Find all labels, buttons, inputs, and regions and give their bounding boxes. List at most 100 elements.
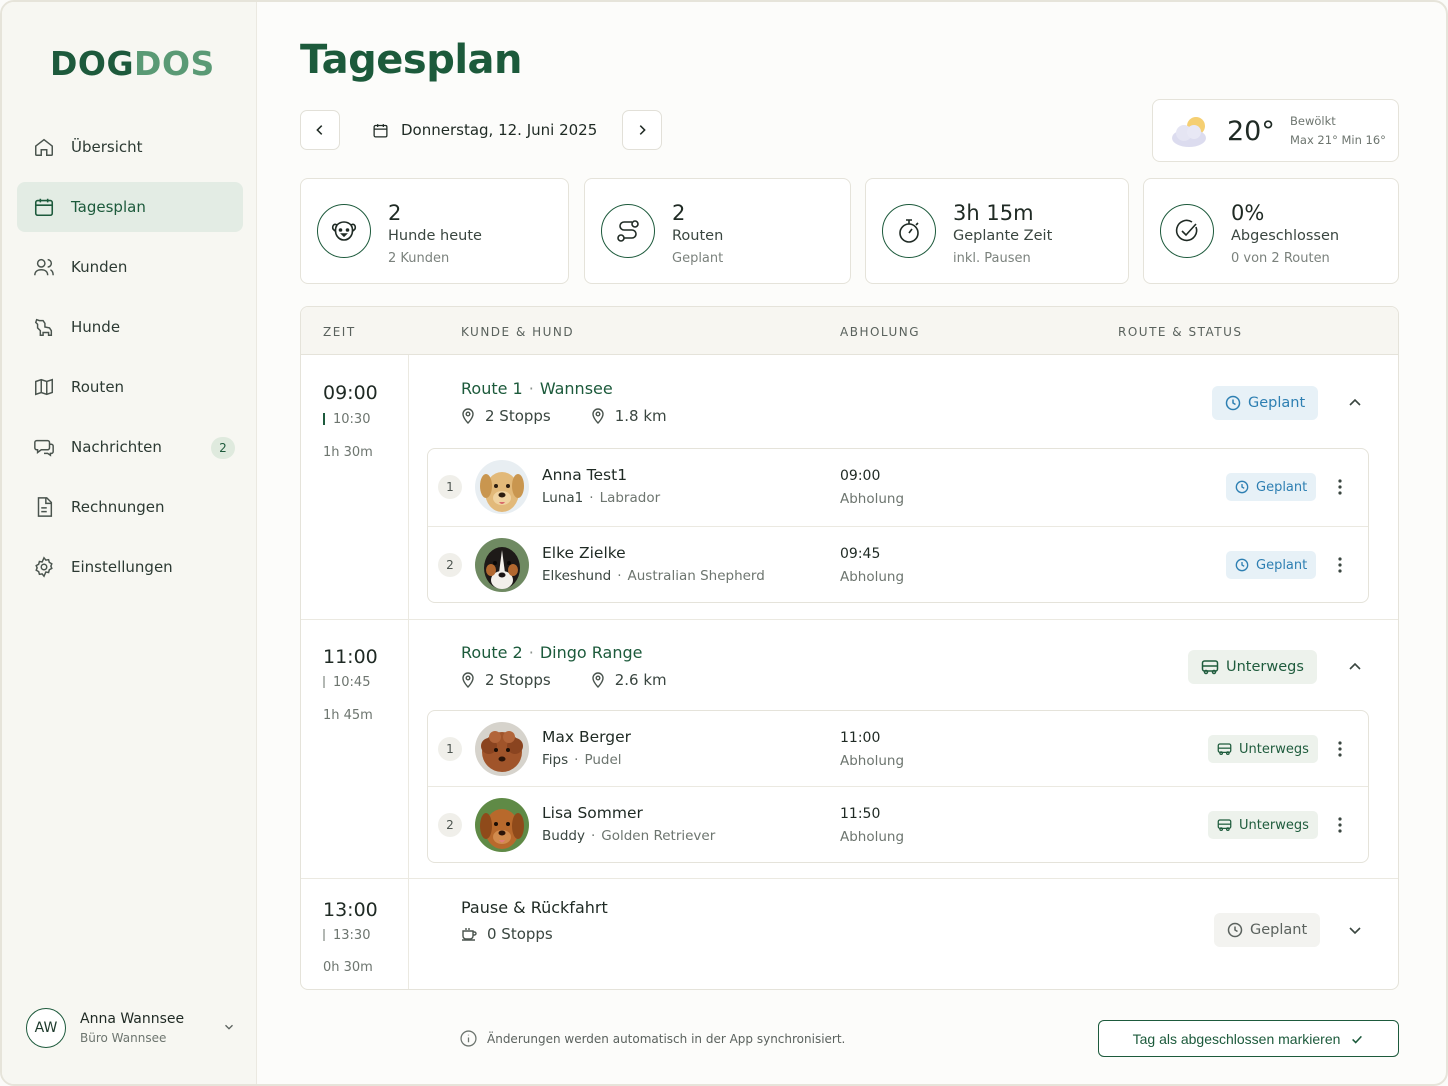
dog-icon <box>33 316 55 338</box>
route-meta: 2 Stopps 2.6 km <box>461 671 707 689</box>
sidebar-nav: Übersicht Tagesplan Kunden Hunde Routen … <box>17 122 243 602</box>
more-options-icon[interactable] <box>1330 815 1350 835</box>
pickup-type: Abholung <box>840 753 905 769</box>
sidebar-item-uebersicht[interactable]: Übersicht <box>17 122 243 172</box>
more-options-icon[interactable] <box>1330 555 1350 575</box>
calendar-icon <box>373 123 388 138</box>
column-header-pickup: ABHOLUNG <box>840 325 921 339</box>
gear-icon <box>33 556 55 578</box>
dog-name: Elkeshund <box>542 568 612 584</box>
weather-min-max: Max 21° Min 16° <box>1290 133 1386 147</box>
next-day-button[interactable] <box>622 110 662 150</box>
route-status-badge[interactable]: Geplant <box>1212 386 1319 420</box>
van-icon <box>1217 819 1232 832</box>
dog-info: Elkeshund · Australian Shepherd <box>542 568 765 584</box>
stop-status-badge[interactable]: Geplant <box>1226 473 1317 501</box>
stop-number: 1 <box>438 475 462 499</box>
sidebar-item-label: Einstellungen <box>71 558 173 576</box>
route-title[interactable]: Pause & Rückfahrt <box>461 898 608 917</box>
route-end-time: 10:45 <box>323 675 370 690</box>
clock-icon <box>1235 480 1249 494</box>
route-start-time: 13:00 <box>323 899 378 921</box>
table-row[interactable]: 1 Max Berger Fips · Pudel 11:00 Abholung U… <box>428 711 1368 787</box>
chevron-up-icon[interactable] <box>1347 659 1363 675</box>
stat-label: Abgeschlossen <box>1231 228 1340 244</box>
stat-label: Routen <box>672 228 724 244</box>
route-distance: 2.6 km <box>591 671 667 689</box>
sidebar-item-nachrichten[interactable]: Nachrichten 2 <box>17 422 243 472</box>
table-row[interactable]: 2 Lisa Sommer Buddy · Golden Retriever 11:… <box>428 787 1368 863</box>
table-row[interactable]: 2 Elke Zielke Elkeshund · Australian Sheph… <box>428 527 1368 603</box>
more-options-icon[interactable] <box>1330 477 1350 497</box>
stop-status-badge[interactable]: Geplant <box>1226 551 1317 579</box>
route-stops: 2 Stopps <box>461 407 551 425</box>
table-row[interactable]: 1 Anna Test1 Luna1 · Labrador 09:00 Abholu… <box>428 449 1368 525</box>
separator-dot: · <box>528 379 534 398</box>
previous-day-button[interactable] <box>300 110 340 150</box>
dog-avatar <box>475 460 529 514</box>
info-icon <box>460 1030 477 1047</box>
customer-name: Anna Test1 <box>542 466 628 484</box>
mark-day-complete-button[interactable]: Tag als abgeschlossen markieren <box>1098 1020 1399 1057</box>
clock-icon <box>1227 922 1243 938</box>
route-status-badge[interactable]: Geplant <box>1214 913 1321 947</box>
route-status-badge[interactable]: Unterwegs <box>1188 650 1317 684</box>
dog-breed: Australian Shepherd <box>627 568 765 584</box>
stat-sub: 2 Kunden <box>388 251 450 266</box>
van-icon <box>1201 660 1219 675</box>
home-icon <box>33 136 55 158</box>
stop-status-badge[interactable]: Unterwegs <box>1208 811 1318 839</box>
sidebar-item-routen[interactable]: Routen <box>17 362 243 412</box>
route-title[interactable]: Route 2 · Dingo Range <box>461 643 642 662</box>
column-header-time: ZEIT <box>323 325 356 339</box>
calendar-icon <box>33 196 55 218</box>
date-picker[interactable]: Donnerstag, 12. Juni 2025 <box>372 120 597 140</box>
button-label: Tag als abgeschlossen markieren <box>1132 1030 1341 1047</box>
dog-name: Luna1 <box>542 490 584 506</box>
sidebar-item-rechnungen[interactable]: Rechnungen <box>17 482 243 532</box>
stop-number: 2 <box>438 813 462 837</box>
stop-list: 1 Anna Test1 Luna1 · Labrador 09:00 Abholu… <box>427 448 1369 603</box>
brand-logo-part2: DOS <box>134 44 215 83</box>
route-title[interactable]: Route 1 · Wannsee <box>461 379 613 398</box>
dog-avatar <box>475 798 529 852</box>
clock-icon <box>1225 395 1241 411</box>
brand-logo[interactable]: DOGDOS <box>50 44 215 83</box>
clock-icon <box>1235 558 1249 572</box>
stat-value: 3h 15m <box>953 201 1034 225</box>
dog-breed: Golden Retriever <box>601 828 716 844</box>
invoice-icon <box>33 496 55 518</box>
sidebar-item-kunden[interactable]: Kunden <box>17 242 243 292</box>
stat-value: 0% <box>1231 201 1265 225</box>
dog-info: Fips · Pudel <box>542 752 622 768</box>
dog-avatar <box>475 722 529 776</box>
more-options-icon[interactable] <box>1330 739 1350 759</box>
stop-list: 1 Max Berger Fips · Pudel 11:00 Abholung U… <box>427 710 1369 863</box>
schedule-table: ZEIT KUNDE & HUND ABHOLUNG ROUTE & STATU… <box>300 306 1399 990</box>
chevron-down-icon[interactable] <box>1347 922 1363 938</box>
stat-label: Geplante Zeit <box>953 228 1053 244</box>
chevron-up-icon[interactable] <box>1347 395 1363 411</box>
check-icon <box>1352 1035 1363 1044</box>
route-distance-label: 1.8 km <box>614 407 667 425</box>
sidebar-item-tagesplan[interactable]: Tagesplan <box>17 182 243 232</box>
customer-name: Max Berger <box>542 728 631 746</box>
map-icon <box>33 376 55 398</box>
stat-card-completed: 0% Abgeschlossen 0 von 2 Routen <box>1143 178 1399 284</box>
column-header-route-status: ROUTE & STATUS <box>1118 325 1243 339</box>
stat-card-dogs: 2 Hunde heute 2 Kunden <box>300 178 569 284</box>
pickup-time: 09:45 <box>840 546 881 562</box>
sync-note: Änderungen werden automatisch in der App… <box>460 1030 845 1047</box>
route-stops-label: 2 Stopps <box>485 671 551 689</box>
stop-status-badge[interactable]: Unterwegs <box>1208 735 1318 763</box>
sidebar-item-label: Routen <box>71 378 125 396</box>
route-end-time: 10:30 <box>323 412 370 427</box>
status-label: Geplant <box>1256 557 1308 573</box>
check-circle-icon <box>1160 204 1214 258</box>
status-label: Unterwegs <box>1226 659 1304 675</box>
user-menu[interactable]: AW Anna Wannsee Büro Wannsee <box>26 1006 236 1050</box>
sidebar-item-hunde[interactable]: Hunde <box>17 302 243 352</box>
sidebar-item-einstellungen[interactable]: Einstellungen <box>17 542 243 592</box>
route-meta: 2 Stopps 1.8 km <box>461 407 707 425</box>
stat-value: 2 <box>388 201 402 225</box>
